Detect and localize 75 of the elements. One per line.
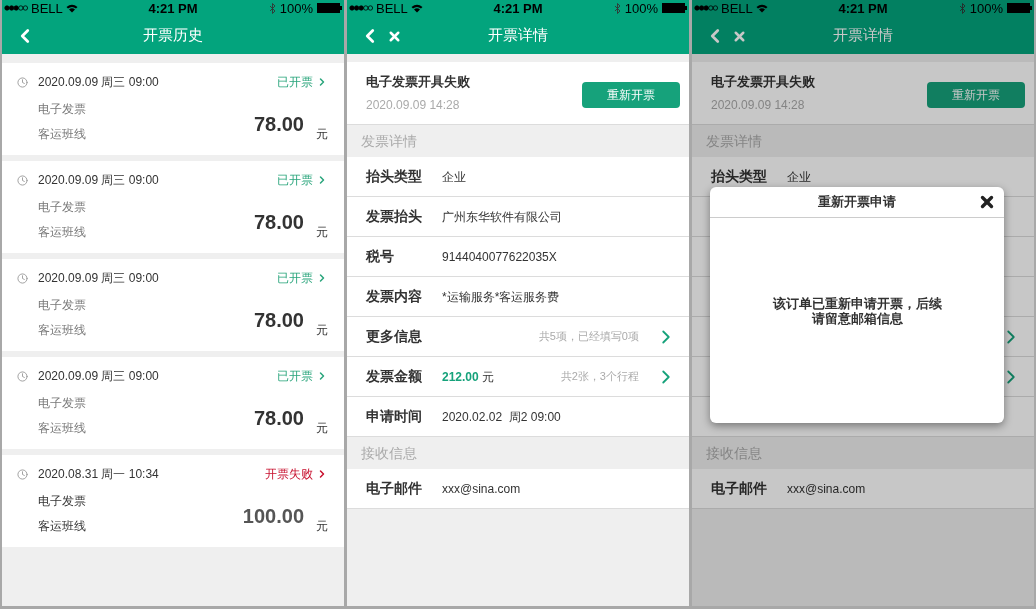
carrier-name: BELL [721,1,753,15]
field-value: 广州东华软件有限公司 [442,208,562,226]
invoice-record-card[interactable]: 2020.09.09 周三 09:00 已开票 电子发票 客运班线 78.00 元 [2,161,344,253]
field-label: 抬头类型 [711,167,768,186]
battery-percent: 100% [279,1,313,15]
screen-title: 开票历史 [143,24,203,45]
field-value: xxx@sina.com [442,480,521,498]
screen-title: 开票详情 [833,24,893,45]
field-label: 发票金额 [366,367,423,386]
carrier-name: BELL [31,1,63,15]
notice-title: 电子发票开具失败 [366,72,471,91]
invoice-type: 电子发票 [38,297,87,314]
invoice-type: 电子发票 [38,199,87,216]
invoice-record-card[interactable]: 2020.09.09 周三 09:00 已开票 电子发票 客运班线 78.00 元 [2,357,344,449]
currency-unit: 元 [316,224,328,241]
route-type: 客运班线 [38,518,87,535]
invoice-type: 电子发票 [38,493,87,510]
field-value: 企业 [442,168,466,186]
invoice-record-card[interactable]: 2020.08.31 周一 10:34 开票失败 电子发票 客运班线 100.00 元 [2,455,344,547]
carrier-name: BELL [376,1,408,15]
route-type: 客运班线 [38,126,87,143]
currency-unit: 元 [316,126,328,143]
battery-percent: 100% [624,1,658,15]
field-label: 更多信息 [366,327,423,346]
clock-time: 4:21 PM [838,1,888,15]
record-amount: 78.00 [253,112,304,137]
record-amount: 78.00 [253,210,304,235]
field-label: 电子邮件 [711,479,768,498]
currency-unit: 元 [316,322,328,339]
field-label: 发票内容 [366,287,423,306]
field-note: 共2张，3个行程 [560,369,639,385]
field-note: 共5项，已经填写0项 [538,329,639,345]
field-label: 税号 [366,247,395,266]
field-value: 2020.02.02 周2 09:00 [442,408,561,426]
clock-time: 4:21 PM [148,1,198,15]
field-value: *运输服务*客运服务费 [442,288,560,306]
field-value: 企业 [787,168,811,186]
invoice-record-card[interactable]: 2020.09.09 周三 09:00 已开票 电子发票 客运班线 78.00 元 [2,259,344,351]
route-type: 客运班线 [38,420,87,437]
battery-percent: 100% [969,1,1003,15]
detail-row[interactable]: 更多信息 共5项，已经填写0项 [347,317,689,357]
invoice-record-card[interactable]: 2020.09.09 周三 09:00 已开票 电子发票 客运班线 78.00 元 [2,63,344,155]
record-datetime: 2020.09.09 周三 09:00 [38,270,160,287]
record-datetime: 2020.09.09 周三 09:00 [38,74,160,91]
currency-unit: 元 [316,518,328,535]
invoice-amount: 212.00 元 [442,368,495,386]
field-label: 申请时间 [366,407,423,426]
invoice-type: 电子发票 [38,101,87,118]
route-type: 客运班线 [38,322,87,339]
record-status[interactable]: 开票失败 [265,465,328,483]
record-amount: 100.00 [242,504,304,529]
route-type: 客运班线 [38,224,87,241]
field-value: xxx@sina.com [787,480,866,498]
record-datetime: 2020.08.31 周一 10:34 [38,466,160,483]
field-value: 9144040077622035X [442,248,557,266]
notice-time: 2020.09.09 14:28 [366,97,461,115]
dialog-title: 重新开票申请 [818,193,896,212]
record-datetime: 2020.09.09 周三 09:00 [38,368,160,385]
section-title: 接收信息 [361,443,417,463]
invoice-type: 电子发票 [38,395,87,412]
record-datetime: 2020.09.09 周三 09:00 [38,172,160,189]
field-label: 发票抬头 [366,207,423,226]
notice-title: 电子发票开具失败 [711,72,816,91]
detail-row[interactable]: 发票金额 212.00 元 共2张，3个行程 [347,357,689,397]
record-amount: 78.00 [253,406,304,431]
currency-unit: 元 [316,420,328,437]
field-label: 抬头类型 [366,167,423,186]
section-title: 发票详情 [361,131,417,151]
screen-title: 开票详情 [488,24,548,45]
notice-time: 2020.09.09 14:28 [711,97,806,115]
field-label: 电子邮件 [366,479,423,498]
dialog-message: 请留意邮箱信息 [811,310,903,326]
record-amount: 78.00 [253,308,304,333]
dialog-message: 该订单已重新申请开票，后续 [772,295,942,311]
clock-time: 4:21 PM [493,1,543,15]
